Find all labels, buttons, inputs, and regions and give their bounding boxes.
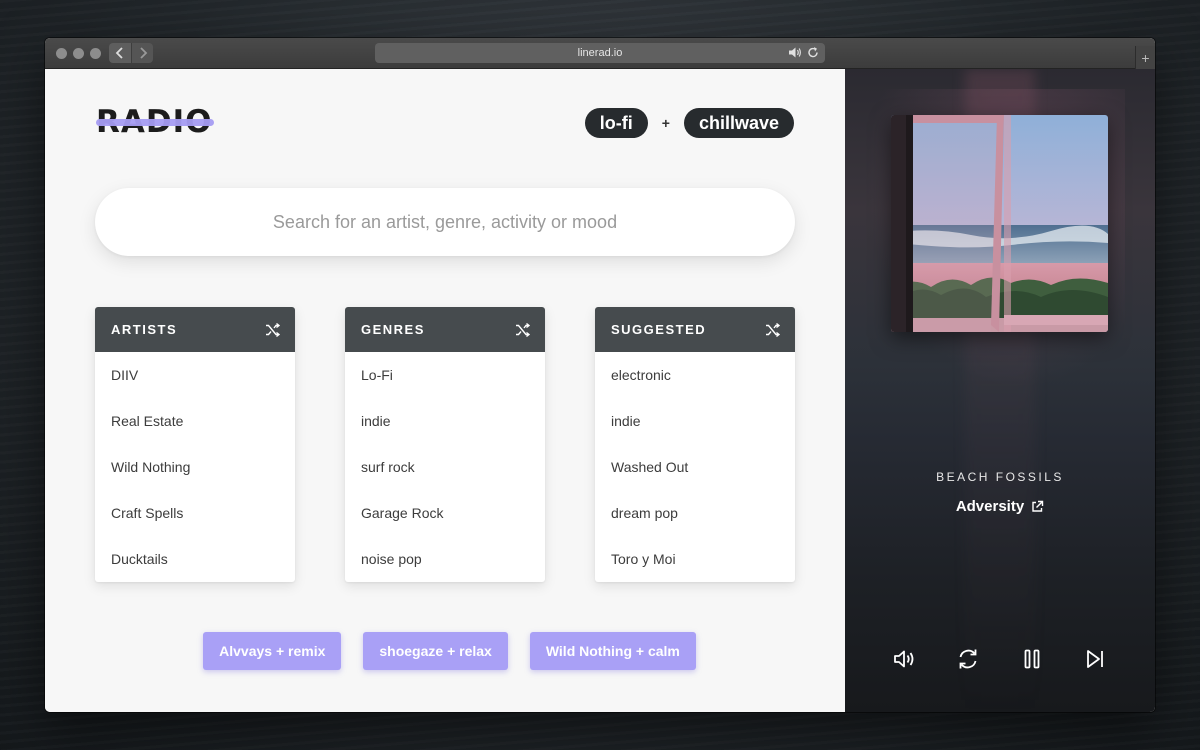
repeat-button[interactable] [955,646,981,672]
card-title: ARTISTS [111,322,178,337]
genres-list: Lo-Fi indie surf rock Garage Rock noise … [345,352,545,582]
list-item[interactable]: DIIV [95,352,295,398]
pause-button[interactable] [1019,646,1045,672]
player-panel: BEACH FOSSILS Adversity [845,69,1155,712]
minimize-window-button[interactable] [73,48,84,59]
tag-joiner: + [661,115,670,131]
artists-list: DIIV Real Estate Wild Nothing Craft Spel… [95,352,295,582]
logo-strike-bar [96,119,214,126]
list-item[interactable]: Toro y Moi [595,536,795,582]
pause-icon [1024,649,1040,669]
zoom-window-button[interactable] [90,48,101,59]
suggestion-chips: Alvvays + remix shoegaze + relax Wild No… [45,632,845,670]
list-item[interactable]: Real Estate [95,398,295,444]
list-item[interactable]: dream pop [595,490,795,536]
url-text: linerad.io [577,47,623,59]
search-box [95,188,795,256]
list-item[interactable]: Lo-Fi [345,352,545,398]
volume-button[interactable] [892,646,918,672]
suggested-card: SUGGESTED electronic indie Washed Out dr… [595,307,795,582]
artists-card-header: ARTISTS [95,307,295,352]
track-title[interactable]: Adversity [956,498,1024,515]
list-item[interactable]: electronic [595,352,795,398]
shuffle-icon[interactable] [515,322,531,338]
skip-next-button[interactable] [1082,646,1108,672]
list-item[interactable]: Craft Spells [95,490,295,536]
list-item[interactable]: Washed Out [595,444,795,490]
active-tags: lo-fi + chillwave [584,108,794,138]
tag-pill-lofi[interactable]: lo-fi [584,108,648,138]
repeat-icon [959,649,977,669]
radio-logo[interactable]: RADIO [96,107,216,138]
browser-window: linerad.io + RADIO lo-fi + chillwave ART… [45,38,1155,712]
skip-next-icon [1087,650,1103,668]
volume-icon [894,650,914,668]
reload-icon[interactable] [807,46,819,59]
chip-wild-nothing-calm[interactable]: Wild Nothing + calm [529,632,696,670]
track-row: Adversity [845,498,1155,515]
browser-titlebar: linerad.io + [45,38,1155,69]
list-item[interactable]: indie [345,398,545,444]
address-bar[interactable]: linerad.io [375,43,825,63]
close-window-button[interactable] [56,48,67,59]
suggested-card-header: SUGGESTED [595,307,795,352]
tag-pill-chillwave[interactable]: chillwave [683,108,794,138]
audio-playing-icon[interactable] [788,46,802,59]
chevron-left-icon [115,47,123,59]
list-item[interactable]: noise pop [345,536,545,582]
list-item[interactable]: Garage Rock [345,490,545,536]
card-title: SUGGESTED [611,322,707,337]
genres-card-header: GENRES [345,307,545,352]
main-panel: RADIO lo-fi + chillwave ARTISTS DIIV Rea… [45,69,845,712]
shuffle-icon[interactable] [765,322,781,338]
list-item[interactable]: Ducktails [95,536,295,582]
suggested-list: electronic indie Washed Out dream pop To… [595,352,795,582]
card-title: GENRES [361,322,425,337]
search-input[interactable] [95,188,795,256]
chip-alvvays-remix[interactable]: Alvvays + remix [203,632,342,670]
back-button[interactable] [109,43,131,63]
forward-button[interactable] [131,43,153,63]
list-item[interactable]: surf rock [345,444,545,490]
chip-shoegaze-relax[interactable]: shoegaze + relax [363,632,508,670]
player-controls [845,644,1155,674]
artists-card: ARTISTS DIIV Real Estate Wild Nothing Cr… [95,307,295,582]
genres-card: GENRES Lo-Fi indie surf rock Garage Rock… [345,307,545,582]
chevron-right-icon [139,47,147,59]
list-item[interactable]: indie [595,398,795,444]
shuffle-icon[interactable] [265,322,281,338]
album-art [891,115,1108,332]
external-link-icon[interactable] [1031,500,1044,513]
artist-name: BEACH FOSSILS [936,470,1064,484]
list-item[interactable]: Wild Nothing [95,444,295,490]
new-tab-button[interactable]: + [1135,46,1155,69]
history-nav [109,43,153,63]
